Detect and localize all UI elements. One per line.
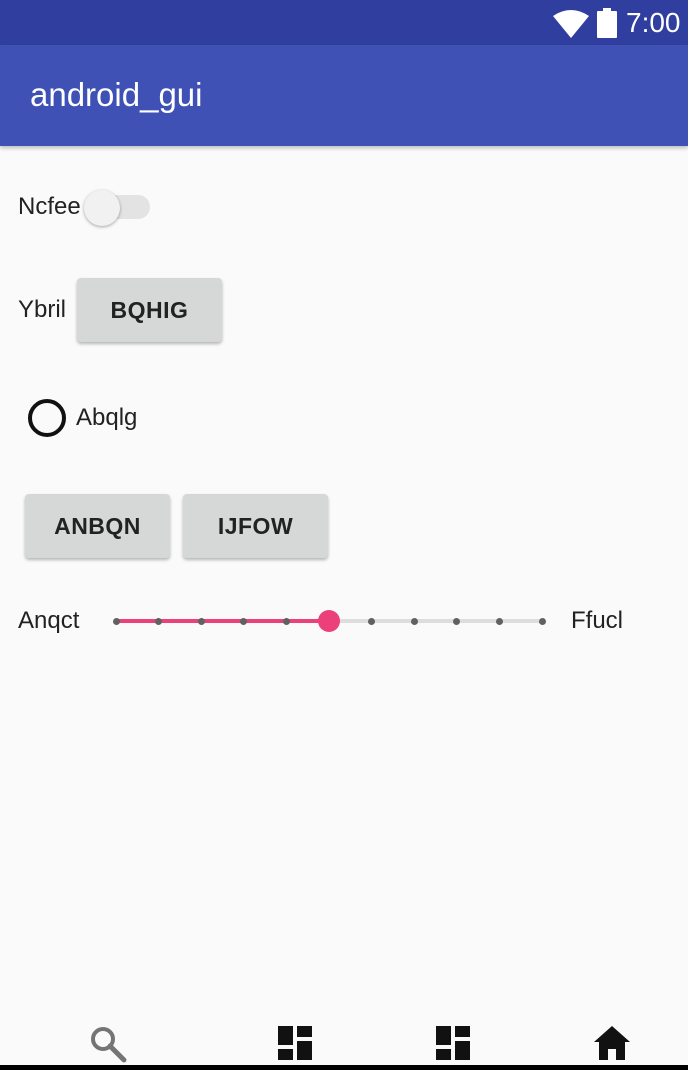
button-row-label: Ybril	[18, 296, 67, 323]
slider-tick	[453, 618, 461, 625]
search-icon	[91, 1027, 127, 1063]
bottom-navigation	[0, 1010, 688, 1070]
nav-home[interactable]	[592, 1024, 636, 1068]
switch-thumb	[84, 190, 120, 226]
dashboard-icon	[436, 1026, 470, 1060]
ijfow-button[interactable]: IJFOW	[183, 494, 328, 558]
slider-tick	[410, 618, 418, 625]
slider-fill	[116, 619, 329, 623]
slider-tick	[368, 618, 376, 625]
app-bar: android_gui	[0, 45, 688, 146]
slider-tick	[240, 618, 248, 625]
radio-label[interactable]: Abqlg	[76, 404, 137, 432]
bqhig-button[interactable]: BQHIG	[77, 278, 222, 342]
home-icon	[594, 1026, 630, 1060]
switch-label: Ncfee	[18, 193, 81, 220]
status-clock: 7:00	[626, 7, 681, 38]
anbqn-button[interactable]: ANBQN	[25, 494, 170, 558]
radio-button[interactable]	[28, 399, 66, 437]
discrete-slider[interactable]	[112, 605, 546, 637]
nav-dashboard-2[interactable]	[434, 1024, 478, 1068]
slider-thumb[interactable]	[318, 610, 340, 632]
slider-tick	[112, 618, 120, 625]
slider-tick	[495, 618, 503, 625]
bottom-divider	[0, 1065, 688, 1070]
battery-icon	[597, 8, 617, 38]
nav-dashboard-1[interactable]	[276, 1024, 320, 1068]
slider-tick	[155, 618, 163, 625]
slider-left-label: Anqct	[18, 607, 80, 634]
slider-tick	[538, 618, 546, 625]
slider-tick	[197, 618, 205, 625]
slider-right-label: Ffucl	[571, 607, 624, 634]
wifi-icon	[553, 10, 589, 38]
status-bar: 7:00	[0, 0, 688, 45]
toggle-switch[interactable]	[84, 188, 152, 228]
slider-tick	[282, 618, 290, 625]
nav-search[interactable]	[88, 1024, 132, 1068]
app-title: android_gui	[30, 76, 203, 113]
dashboard-icon	[278, 1026, 312, 1060]
